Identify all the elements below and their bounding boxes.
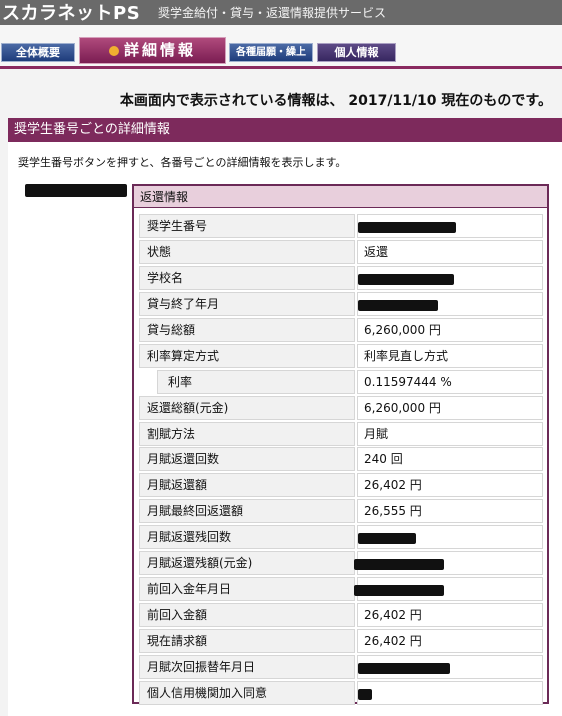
redacted-value xyxy=(358,273,454,285)
tab-details[interactable]: 詳細情報 xyxy=(79,37,226,64)
repayment-info-heading: 返還情報 xyxy=(134,186,547,208)
row-value: 月賦 xyxy=(357,421,543,446)
tab-overview-label: 全体概要 xyxy=(16,46,60,59)
row-label: 個人信用機関加入同意 xyxy=(139,680,355,705)
row-label: 月賦最終回返還額 xyxy=(139,499,355,524)
tab-bar: 全体概要 詳細情報 各種届願・繰上 個人情報 xyxy=(0,25,562,67)
redacted-value xyxy=(358,688,372,700)
row-value xyxy=(354,577,543,602)
tab-overview[interactable]: 全体概要 xyxy=(1,43,75,62)
service-subtitle: 奨学金給付・貸与・返還情報提供サービス xyxy=(158,6,387,20)
redacted-value xyxy=(358,299,438,311)
row-value: 利率見直し方式 xyxy=(357,343,543,368)
redacted-value xyxy=(354,559,444,571)
row-label: 状態 xyxy=(139,239,355,264)
table-row: 割賦方法 月賦 xyxy=(139,421,543,447)
table-row: 奨学生番号 xyxy=(139,213,543,239)
row-value: 26,402 円 xyxy=(357,603,543,628)
row-label: 月賦次回振替年月日 xyxy=(139,654,355,679)
row-value: 26,402 円 xyxy=(357,629,543,653)
row-label: 月賦返還額 xyxy=(139,473,355,498)
as-of-notice: 本画面内で表示されている情報は、 2017/11/10 現在のものです。 xyxy=(119,93,552,109)
table-row: 利率算定方式 利率見直し方式 xyxy=(139,343,543,369)
row-value: 6,260,000 円 xyxy=(357,395,543,420)
table-row: 貸与終了年月 xyxy=(139,291,543,317)
row-value xyxy=(354,551,543,576)
brand-logo: スカラネットPS xyxy=(2,3,141,24)
table-row: 貸与総額 6,260,000 円 xyxy=(139,317,543,343)
student-number-button[interactable] xyxy=(25,184,127,197)
repayment-info-table: 奨学生番号 状態 返還 学校名 貸与終了年月 貸与総額 6,260,000 円 利率… xyxy=(139,213,543,706)
redacted-value xyxy=(358,533,416,545)
row-label: 前回入金年月日 xyxy=(139,577,355,602)
table-row: 状態 返還 xyxy=(139,239,543,265)
row-label: 貸与終了年月 xyxy=(139,291,355,316)
section-title: 奨学生番号ごとの詳細情報 xyxy=(8,118,562,142)
table-row: 月賦次回振替年月日 xyxy=(139,654,543,680)
tab-personal-info[interactable]: 個人情報 xyxy=(317,43,396,62)
top-bar: スカラネットPS 奨学金給付・貸与・返還情報提供サービス xyxy=(0,0,562,25)
table-row: 月賦返還残回数 xyxy=(139,524,543,550)
row-value xyxy=(357,654,543,679)
row-label: 貸与総額 xyxy=(139,317,355,342)
active-dot-icon xyxy=(108,46,119,56)
row-label: 月賦返還回数 xyxy=(139,447,355,472)
tab-details-label: 詳細情報 xyxy=(123,41,196,59)
row-value: 26,555 円 xyxy=(357,499,543,524)
tab-procedures[interactable]: 各種届願・繰上 xyxy=(229,43,313,62)
row-label: 割賦方法 xyxy=(139,421,355,446)
row-value: 6,260,000 円 xyxy=(357,317,543,342)
table-row: 月賦最終回返還額 26,555 円 xyxy=(139,498,543,524)
row-value xyxy=(357,214,543,238)
row-label: 月賦返還残額(元金) xyxy=(139,551,355,576)
table-row: 学校名 xyxy=(139,265,543,291)
row-label: 奨学生番号 xyxy=(139,214,355,238)
table-row: 月賦返還回数 240 回 xyxy=(139,446,543,472)
tab-procedures-label: 各種届願・繰上 xyxy=(236,47,306,58)
row-label: 前回入金額 xyxy=(139,603,355,628)
table-row: 月賦返還額 26,402 円 xyxy=(139,472,543,498)
row-label: 利率 xyxy=(157,369,355,394)
redacted-value xyxy=(358,662,450,674)
row-value: 26,402 円 xyxy=(357,473,543,498)
redacted-value xyxy=(358,222,456,233)
row-label: 学校名 xyxy=(139,265,355,290)
row-value xyxy=(357,265,543,290)
row-value xyxy=(357,291,543,316)
row-value: 0.11597444 % xyxy=(357,369,543,394)
row-label: 月賦返還残回数 xyxy=(139,525,355,550)
section-description: 奨学生番号ボタンを押すと、各番号ごとの詳細情報を表示します。 xyxy=(18,156,347,169)
row-value xyxy=(357,525,543,550)
details-panel: 奨学生番号ボタンを押すと、各番号ごとの詳細情報を表示します。 返還情報 奨学生番… xyxy=(8,142,562,716)
row-label: 利率算定方式 xyxy=(139,343,355,368)
tab-personal-info-label: 個人情報 xyxy=(334,46,379,59)
repayment-info-box: 返還情報 奨学生番号 状態 返還 学校名 貸与終了年月 貸与総額 6,260,000… xyxy=(132,184,549,706)
table-row: 現在請求額 26,402 円 xyxy=(139,628,543,654)
table-row: 前回入金額 26,402 円 xyxy=(139,602,543,628)
row-value: 240 回 xyxy=(357,447,543,472)
table-row: 利率 0.11597444 % xyxy=(139,369,543,395)
table-row: 月賦返還残額(元金) xyxy=(139,550,543,576)
table-row: 返還総額(元金) 6,260,000 円 xyxy=(139,395,543,421)
row-label: 現在請求額 xyxy=(139,629,355,653)
row-value: 返還 xyxy=(357,239,543,264)
redacted-value xyxy=(354,585,444,597)
row-value xyxy=(357,680,543,705)
table-row: 前回入金年月日 xyxy=(139,576,543,602)
row-label: 返還総額(元金) xyxy=(139,395,355,420)
tab-underline xyxy=(0,66,562,69)
table-row: 個人信用機関加入同意 xyxy=(139,680,543,706)
